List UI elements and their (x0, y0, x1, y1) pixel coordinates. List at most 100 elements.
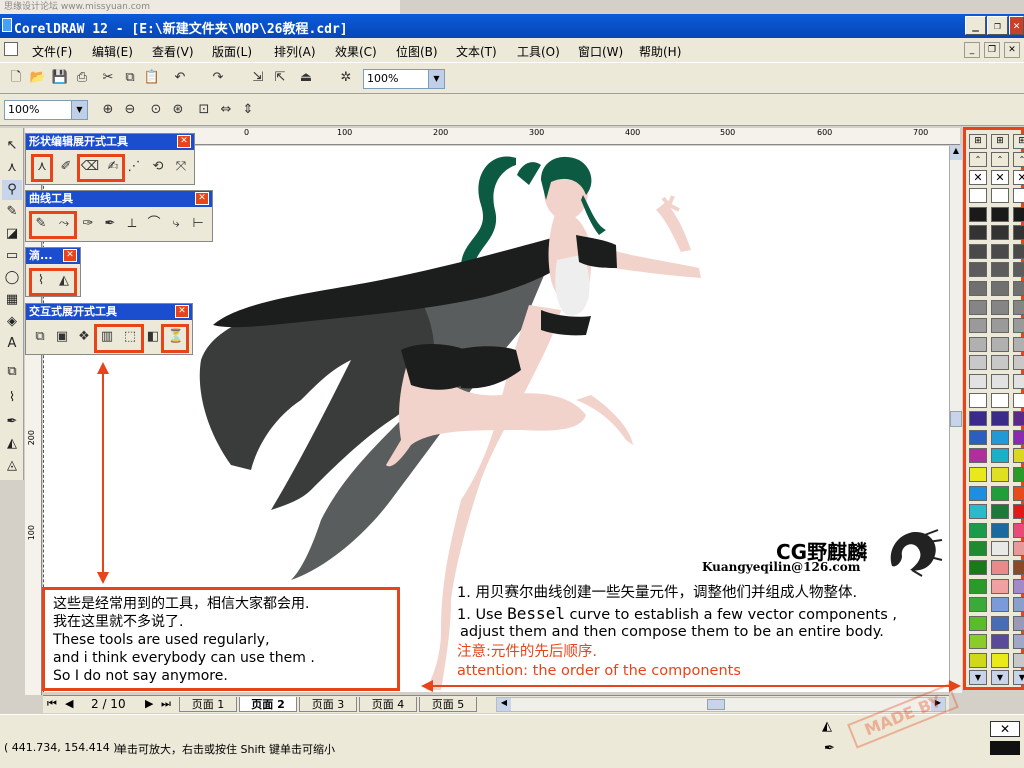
zoom-selected-icon[interactable]: ⊙ (146, 100, 166, 120)
menu-text[interactable]: 文本(T) (456, 43, 497, 60)
color-swatch[interactable] (969, 467, 987, 482)
color-swatch[interactable] (1013, 392, 1024, 408)
doc-minimize-button[interactable]: _ (964, 42, 980, 58)
menu-bitmaps[interactable]: 位图(B) (396, 43, 438, 60)
color-swatch[interactable] (1013, 560, 1024, 575)
interactive-fill-tool-icon[interactable]: ◬ (2, 456, 22, 476)
menu-window[interactable]: 窗口(W) (578, 43, 623, 60)
color-swatch[interactable] (991, 485, 1009, 501)
color-swatch[interactable] (969, 299, 987, 315)
prev-page-icon[interactable]: ◀ (65, 697, 73, 710)
color-swatch[interactable] (1013, 653, 1024, 668)
maximize-button[interactable]: ❐ (987, 16, 1008, 35)
menu-file[interactable]: 文件(F) (32, 43, 72, 60)
color-swatch[interactable] (1013, 299, 1024, 315)
corel-online-icon[interactable]: ✲ (336, 68, 356, 88)
color-swatch[interactable] (969, 504, 987, 520)
doc-restore-button[interactable]: ❐ (984, 42, 1000, 58)
freehand-tool-icon[interactable]: ✎ (2, 202, 22, 222)
color-swatch[interactable] (991, 411, 1009, 427)
tab-page-1[interactable]: 页面 1 (179, 697, 237, 712)
pen-tool-icon[interactable]: ✒ (100, 213, 120, 235)
ellipse-tool-icon[interactable]: ◯ (2, 268, 22, 288)
color-swatch[interactable] (1013, 467, 1024, 482)
color-swatch[interactable] (1013, 448, 1024, 464)
color-swatch[interactable] (1013, 615, 1024, 631)
color-swatch[interactable] (969, 392, 987, 408)
zoom-page-icon[interactable]: ⊡ (194, 100, 214, 120)
tab-page-4[interactable]: 页面 4 (359, 697, 417, 712)
pick-tool-icon[interactable]: ↖ (2, 136, 22, 156)
color-swatch[interactable] (1013, 225, 1024, 241)
close-icon[interactable]: ✕ (63, 249, 77, 262)
color-swatch[interactable] (1013, 318, 1024, 334)
horizontal-scrollbar[interactable]: ◀ ▶ (496, 697, 946, 712)
color-swatch[interactable] (969, 485, 987, 501)
color-swatch[interactable] (1013, 355, 1024, 371)
horizontal-scroll-thumb[interactable] (707, 699, 725, 710)
color-swatch[interactable] (969, 355, 987, 371)
color-swatch[interactable] (969, 615, 987, 631)
vertical-scrollbar[interactable]: ▲ (949, 146, 962, 693)
color-swatch[interactable] (991, 560, 1009, 575)
color-swatch[interactable] (991, 281, 1009, 296)
color-swatch[interactable] (969, 429, 987, 445)
color-swatch[interactable] (991, 634, 1009, 650)
scroll-up-icon[interactable]: ▲ (950, 146, 962, 160)
interactive-connector-icon[interactable]: ⤷ (166, 213, 186, 235)
color-swatch[interactable] (991, 206, 1009, 222)
menu-view[interactable]: 查看(V) (152, 43, 194, 60)
tab-page-5[interactable]: 页面 5 (419, 697, 477, 712)
color-swatch[interactable] (991, 336, 1009, 352)
zoom-in-icon[interactable]: ⊕ (98, 100, 118, 120)
shape-tool-icon[interactable]: ⋏ (2, 158, 22, 178)
last-page-icon[interactable]: ⏭ (161, 697, 171, 711)
color-swatch[interactable] (991, 392, 1009, 408)
no-color-swatch[interactable]: ✕ (969, 170, 987, 185)
zoom-width-icon[interactable]: ⇔ (216, 100, 236, 120)
color-swatch[interactable] (969, 374, 987, 389)
color-swatch[interactable] (969, 560, 987, 575)
zoom-height-icon[interactable]: ⇕ (238, 100, 258, 120)
interactive-contour-icon[interactable]: ▣ (52, 326, 72, 348)
color-swatch[interactable] (1013, 578, 1024, 594)
color-swatch[interactable] (1013, 374, 1024, 389)
color-swatch[interactable] (991, 522, 1009, 538)
zoom-all-icon[interactable]: ⊛ (168, 100, 188, 120)
color-swatch[interactable] (991, 225, 1009, 241)
color-swatch[interactable] (969, 634, 987, 650)
color-swatch[interactable] (969, 281, 987, 296)
color-swatch[interactable] (991, 615, 1009, 631)
import-icon[interactable]: ⇲ (248, 68, 268, 88)
color-swatch[interactable] (991, 243, 1009, 259)
palette-menu-icon[interactable]: ⊞ (1013, 134, 1024, 149)
rectangle-tool-icon[interactable]: ▭ (2, 246, 22, 266)
interactive-distortion-icon[interactable]: ❖ (74, 326, 94, 348)
chevron-down-icon[interactable]: ▼ (71, 101, 87, 119)
chevron-down-icon[interactable]: ▼ (428, 70, 444, 88)
print-icon[interactable]: ⎙ (72, 68, 92, 88)
close-icon[interactable]: ✕ (195, 192, 209, 205)
scroll-left-icon[interactable]: ◀ (497, 698, 511, 711)
vertical-scroll-thumb[interactable] (950, 411, 962, 427)
palette-scroll-down-icon[interactable]: ▼ (1013, 670, 1024, 685)
palette-menu-icon[interactable]: ⊞ (991, 134, 1009, 149)
first-page-icon[interactable]: ⏮ (47, 697, 57, 711)
knife-tool-icon[interactable]: ✐ (56, 156, 76, 178)
color-swatch[interactable] (969, 262, 987, 278)
color-swatch[interactable] (1013, 336, 1024, 352)
color-swatch[interactable] (969, 188, 987, 203)
color-swatch[interactable] (991, 541, 1009, 557)
color-swatch[interactable] (1013, 262, 1024, 278)
undo-icon[interactable]: ↶ (170, 68, 190, 88)
color-swatch[interactable] (969, 653, 987, 668)
graph-paper-tool-icon[interactable]: ▦ (2, 290, 22, 310)
next-page-icon[interactable]: ▶ (145, 697, 153, 710)
menu-help[interactable]: 帮助(H) (639, 43, 681, 60)
interactive-extrude-icon[interactable]: ◧ (143, 326, 163, 348)
tab-page-3[interactable]: 页面 3 (299, 697, 357, 712)
color-swatch[interactable] (969, 541, 987, 557)
close-icon[interactable]: ✕ (177, 135, 191, 148)
minimize-button[interactable]: _ (965, 16, 986, 35)
launcher-icon[interactable]: ⏏ (296, 68, 316, 88)
